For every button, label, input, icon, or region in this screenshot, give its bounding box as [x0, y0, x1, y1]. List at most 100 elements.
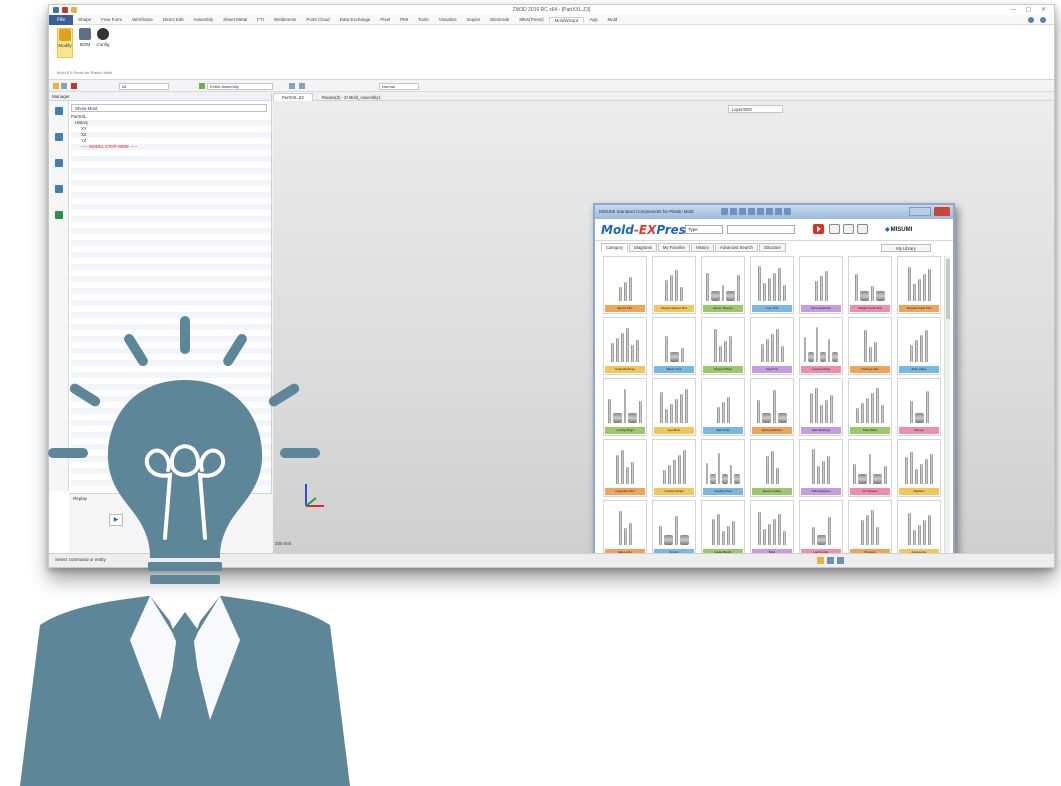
view-tab-icon[interactable] [54, 159, 63, 167]
category-tile[interactable]: Cooling Plugs [603, 378, 647, 436]
category-tile[interactable]: Ejector Sleeves [701, 256, 745, 314]
category-tile[interactable]: Plate Lifters [897, 317, 941, 375]
manager-filter-select[interactable]: Show Most [71, 104, 267, 112]
category-tile[interactable]: Plungers [848, 500, 892, 558]
category-tile[interactable]: Slide Retainers [799, 439, 843, 497]
category-tile[interactable]: Air Poppets [848, 439, 892, 497]
dialog-close-button[interactable] [934, 207, 950, 216]
category-tile[interactable]: Coupling Parts [701, 439, 745, 497]
grid-scrollbar[interactable] [944, 256, 950, 556]
menu-item-wireframe[interactable]: Wireframe [127, 17, 158, 23]
category-tile[interactable]: Stepped Guide Pins [897, 256, 941, 314]
category-tile[interactable]: Accessories [897, 500, 941, 558]
menu-item-electrode[interactable]: Electrode [485, 17, 514, 23]
tab-history[interactable]: History [690, 243, 714, 252]
category-tile[interactable]: Cooling Fittings [652, 439, 696, 497]
layers-tab-icon[interactable] [54, 133, 63, 141]
tab-advanced-search[interactable]: Advanced Search [714, 243, 758, 252]
file-menu[interactable]: File [49, 14, 74, 25]
status-icons[interactable] [817, 557, 844, 564]
window-controls[interactable]: — ▢ ✕ [1010, 6, 1050, 13]
category-tile[interactable]: Support Pillars [701, 317, 745, 375]
person-tab-icon[interactable] [54, 211, 63, 219]
snap-icon-2[interactable] [299, 83, 305, 89]
my-library-button[interactable]: My Library [881, 244, 931, 252]
settings-icon[interactable] [857, 224, 868, 234]
clear-icon[interactable] [71, 83, 77, 89]
document-tabs: PartXXL.Z3 Routes(Z) - 2t Mold_Assembly1 [273, 93, 1054, 102]
model-stop-marker[interactable]: ----- MODEL STOP HERE ----- [71, 144, 137, 150]
category-tile[interactable]: Springs [897, 378, 941, 436]
tools-tab-icon[interactable] [54, 185, 63, 193]
snap-icon[interactable] [289, 83, 295, 89]
category-tile[interactable]: Locating Rings [799, 317, 843, 375]
category-tile[interactable]: Guide Bushings [603, 317, 647, 375]
category-tile[interactable]: Core Pins [750, 256, 794, 314]
menu-item-fti[interactable]: FTI [252, 17, 269, 23]
history-tab-icon[interactable] [54, 107, 63, 115]
menu-item-pixel[interactable]: Pixel [375, 17, 395, 23]
category-tile[interactable]: Washers [897, 439, 941, 497]
config-button[interactable]: Config [95, 28, 111, 47]
category-tile[interactable]: Side Locks [603, 500, 647, 558]
category-tile[interactable]: Latch Locks [799, 500, 843, 558]
scope-select[interactable]: Entire Assembly [207, 83, 273, 90]
category-tile[interactable]: Return Pins [652, 317, 696, 375]
category-tile[interactable]: Straight Guide Pins [848, 256, 892, 314]
filter-icon[interactable] [61, 83, 67, 89]
type-select[interactable]: Type [685, 225, 723, 234]
video-icon[interactable] [813, 224, 824, 234]
tab-structure[interactable]: Structure [758, 243, 786, 252]
quick-access-toolbar[interactable] [53, 7, 77, 13]
category-tile[interactable]: Slide Units [701, 378, 745, 436]
category-tile[interactable]: Inspection Pins [603, 439, 647, 497]
category-tile[interactable]: Sprue Bushings [799, 256, 843, 314]
menu-item-pmi[interactable]: PMI [395, 17, 413, 23]
menu-item-mold[interactable]: Mold [602, 17, 622, 23]
category-label: Date Marks [850, 427, 890, 434]
style-select[interactable]: Normal [379, 83, 419, 90]
menu-item-visualize[interactable]: Visualize [434, 17, 462, 23]
category-tile[interactable]: Heater Bands [701, 500, 745, 558]
menu-item-free-form[interactable]: Free Form [96, 17, 127, 23]
menu-item-sheet-metal[interactable]: Sheet Metal [218, 17, 252, 23]
tab-diagrams[interactable]: Diagrams [629, 243, 657, 252]
save-icon[interactable] [843, 224, 854, 234]
menu-item-direct-edit[interactable]: Direct Edit [158, 17, 189, 23]
menu-item-data-exchange[interactable]: Data Exchange [335, 17, 376, 23]
help-icons[interactable] [1028, 16, 1054, 23]
menu-item-inquire[interactable]: Inquire [462, 17, 486, 23]
menu-item-mex-press-[interactable]: MEX(Press) [514, 17, 548, 23]
layer-select[interactable]: Layer0000 [728, 105, 783, 113]
bom-button[interactable]: BOM [77, 28, 93, 47]
menu-item-point-cloud[interactable]: Point Cloud [301, 17, 334, 23]
category-tile[interactable]: Bolts [750, 500, 794, 558]
filter-select[interactable]: All [119, 83, 169, 90]
menu-item-shape[interactable]: Shape [73, 17, 96, 23]
search-input[interactable] [727, 225, 795, 234]
tab-category[interactable]: Category [601, 243, 628, 252]
category-tile[interactable]: Ejector Pins [603, 256, 647, 314]
graphics-viewport[interactable]: Layer0000 200 mm MISUMI Standard Compone… [273, 101, 1054, 562]
menu-item-app[interactable]: App [584, 17, 602, 23]
assembly-icon[interactable] [199, 83, 205, 89]
category-tile[interactable]: Stop Pins [750, 317, 794, 375]
dialog-toolbar[interactable] [721, 208, 791, 215]
category-tile[interactable]: Stepped Ejector Pins [652, 256, 696, 314]
home-icon[interactable] [829, 224, 840, 234]
category-tile[interactable]: Parting Locks [848, 317, 892, 375]
category-tile[interactable]: Eye Bolts [652, 378, 696, 436]
tab-my-favorite[interactable]: My Favorite [657, 243, 690, 252]
menu-item-weldments[interactable]: Weldments [269, 17, 301, 23]
category-tile[interactable]: Screws [652, 500, 696, 558]
category-tile[interactable]: Ejector Guides [750, 439, 794, 497]
category-tile[interactable]: Gate Bushings [799, 378, 843, 436]
modify-button[interactable]: Modify [57, 28, 73, 58]
menu-item-moldwizard[interactable]: MoldWizard [548, 16, 585, 23]
menu-item-tools[interactable]: Tools [413, 17, 434, 23]
dialog-minmax-buttons[interactable] [909, 207, 931, 216]
select-icon[interactable] [53, 83, 59, 89]
menu-item-assembly[interactable]: Assembly [189, 17, 219, 23]
category-tile[interactable]: Date Marks [848, 378, 892, 436]
category-tile[interactable]: Spring Retainers [750, 378, 794, 436]
